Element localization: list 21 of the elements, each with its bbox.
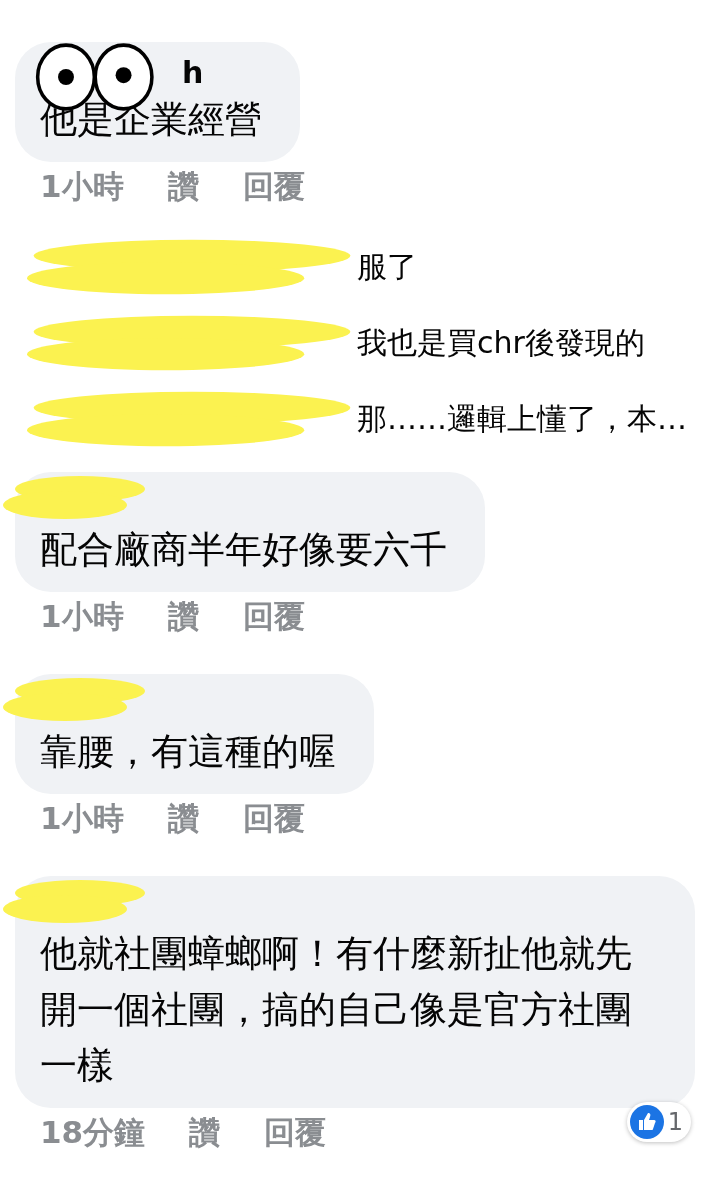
- reply-preview[interactable]: 那……邏輯上懂了，本…: [357, 394, 687, 444]
- comment-time: 1小時: [40, 597, 124, 636]
- comment-time: 18分鐘: [40, 1113, 146, 1152]
- like-link[interactable]: 讚: [167, 166, 199, 206]
- reply-link[interactable]: 回覆: [264, 1112, 327, 1152]
- reply-link[interactable]: 回覆: [242, 166, 305, 206]
- comment-text: 靠腰，有這種的喔: [40, 729, 336, 775]
- reply-preview[interactable]: 我也是買chr後發現的: [357, 318, 645, 368]
- reply-link[interactable]: 回覆: [242, 596, 305, 636]
- reaction-badge[interactable]: 1: [626, 1102, 691, 1142]
- like-link[interactable]: 讚: [167, 596, 199, 636]
- reply-preview[interactable]: 服了: [357, 242, 417, 292]
- comment-text: 他就社團蟑螂啊！有什麼新扯他就先開一個社團，搞的自己像是官方社團一樣: [40, 931, 633, 1089]
- comment-text: 配合廠商半年好像要六千: [40, 527, 447, 573]
- reply-link[interactable]: 回覆: [242, 798, 305, 838]
- like-link[interactable]: 讚: [189, 1112, 221, 1152]
- comment-time: 1小時: [40, 167, 124, 206]
- like-icon: [629, 1105, 664, 1139]
- comment-author[interactable]: h: [182, 54, 204, 90]
- comment-time: 1小時: [40, 799, 124, 838]
- like-link[interactable]: 讚: [167, 798, 199, 838]
